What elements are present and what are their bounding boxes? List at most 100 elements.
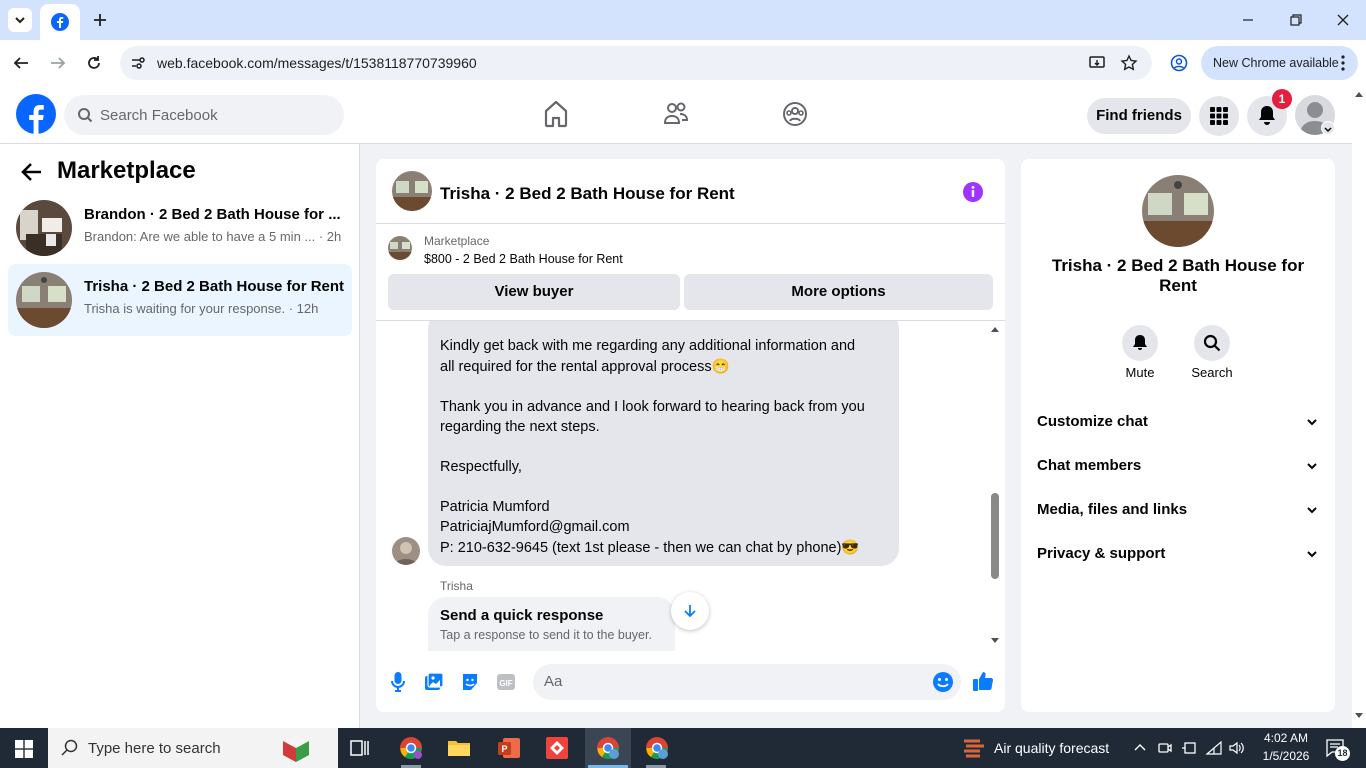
bell-icon [1259, 106, 1275, 125]
scroll-up-arrow-icon[interactable] [990, 325, 1000, 333]
sender-avatar[interactable] [392, 537, 420, 565]
message-scrollbar[interactable] [988, 321, 1002, 651]
find-friends-button[interactable]: Find friends [1087, 98, 1191, 134]
air-quality-icon[interactable] [962, 737, 986, 759]
arrow-down-icon [684, 605, 696, 618]
chat-members-section[interactable]: Chat members [1037, 457, 1319, 474]
emoji-icon[interactable] [932, 671, 954, 693]
arrow-right-icon [51, 57, 66, 69]
restore-button[interactable] [1288, 12, 1304, 33]
tab-search-button[interactable] [8, 8, 32, 32]
site-settings-icon[interactable] [130, 55, 146, 71]
svg-text:P: P [501, 744, 507, 754]
view-buyer-button[interactable]: View buyer [388, 274, 680, 310]
marketplace-title: Marketplace [57, 157, 196, 184]
facebook-search-input[interactable]: Search Facebook [64, 95, 344, 135]
clock-date[interactable]: 1/5/2026 [1254, 749, 1318, 763]
gif-icon[interactable]: GIF [496, 672, 516, 692]
windows-taskbar: Type here to search P Air quality foreca… [0, 728, 1366, 768]
quick-response-card[interactable]: Send a quick response Tap a response to … [428, 597, 675, 651]
message-line: regarding the next steps. [440, 419, 600, 435]
notification-center-badge: 18 [1335, 746, 1350, 761]
conversation-item-selected[interactable]: Trisha · 2 Bed 2 Bath House for Rent Tri… [8, 264, 352, 336]
search-icon [78, 108, 93, 123]
powerpoint-icon[interactable]: P [497, 736, 521, 760]
volume-icon[interactable] [1228, 740, 1246, 756]
sticker-icon[interactable] [460, 672, 480, 692]
new-chrome-available-button[interactable]: New Chrome available [1201, 46, 1358, 80]
chevron-down-icon [1324, 127, 1332, 133]
browser-tab-facebook[interactable] [40, 4, 80, 40]
chat-title[interactable]: Trisha · 2 Bed 2 Bath House for Rent [440, 184, 735, 204]
chrome-app-icon[interactable] [596, 736, 620, 760]
grid-menu-icon [1210, 107, 1228, 125]
media-files-links-section[interactable]: Media, files and links [1037, 501, 1319, 518]
scroll-up-arrow-icon[interactable] [1354, 90, 1364, 98]
weather-widget-text[interactable]: Air quality forecast [994, 740, 1109, 756]
scroll-down-arrow-icon[interactable] [1354, 712, 1364, 720]
groups-icon[interactable] [782, 99, 808, 129]
windows-start-icon[interactable] [15, 740, 33, 758]
mute-button[interactable] [1122, 325, 1158, 361]
message-list[interactable]: Kindly get back with me regarding any ad… [376, 321, 1005, 651]
url-text[interactable]: web.facebook.com/messages/t/153811877073… [157, 55, 477, 71]
message-bubble[interactable]: Kindly get back with me regarding any ad… [428, 321, 899, 566]
arrow-left-icon [13, 57, 28, 69]
menu-button[interactable] [1199, 96, 1239, 136]
chat-panel: Trisha · 2 Bed 2 Bath House for Rent Mar… [376, 159, 1005, 712]
close-window-button[interactable] [1335, 12, 1351, 33]
chat-avatar[interactable] [392, 171, 432, 211]
privacy-support-section[interactable]: Privacy & support [1037, 545, 1319, 562]
account-menu-chevron[interactable] [1321, 121, 1335, 135]
more-options-button[interactable]: More options [684, 274, 993, 310]
reload-button[interactable] [85, 54, 103, 77]
message-input[interactable]: Aa [533, 664, 961, 700]
anydesk-icon[interactable] [545, 736, 569, 760]
taskbar-search-box[interactable]: Type here to search [48, 728, 338, 768]
chrome-app-icon[interactable] [399, 736, 423, 760]
task-view-icon[interactable] [348, 736, 372, 760]
conversation-item[interactable]: Brandon · 2 Bed 2 Bath House for ... Bra… [8, 192, 352, 264]
microphone-icon[interactable] [390, 671, 406, 693]
message-line: P: 210-632-9645 (text 1st please - then … [440, 540, 860, 556]
notification-badge: 1 [1272, 89, 1292, 109]
listing-title[interactable]: $800 - 2 Bed 2 Bath House for Rent [424, 252, 623, 266]
file-explorer-icon[interactable] [447, 736, 471, 760]
scroll-down-arrow-icon[interactable] [990, 637, 1000, 645]
new-tab-button[interactable] [90, 10, 110, 30]
chat-details-panel: Trisha · 2 Bed 2 Bath House for Rent Mut… [1021, 159, 1335, 712]
meet-now-icon[interactable] [1157, 740, 1173, 756]
bell-icon [1133, 335, 1147, 350]
address-bar[interactable]: web.facebook.com/messages/t/153811877073… [120, 46, 1152, 80]
wifi-icon[interactable] [1205, 740, 1223, 756]
facebook-logo-icon[interactable] [16, 94, 56, 134]
quick-response-title: Send a quick response [440, 607, 604, 624]
customize-chat-section[interactable]: Customize chat [1037, 413, 1319, 430]
battery-plug-icon[interactable] [1181, 740, 1197, 756]
clock-time[interactable]: 4:02 AM [1254, 731, 1318, 745]
scrollbar-thumb[interactable] [991, 493, 999, 579]
conversation-title: Trisha · 2 Bed 2 Bath House for Rent [84, 278, 345, 295]
listing-thumbnail[interactable] [388, 236, 412, 260]
chevron-up-icon[interactable] [1133, 741, 1147, 755]
install-app-icon[interactable] [1088, 54, 1106, 72]
scroll-to-bottom-button[interactable] [671, 592, 709, 630]
chevron-down-icon [1307, 419, 1317, 426]
chrome-app-icon[interactable] [645, 736, 669, 760]
profile-button[interactable] [1170, 54, 1188, 77]
info-icon[interactable] [962, 181, 984, 203]
page-scrollbar[interactable] [1352, 86, 1366, 728]
friends-icon[interactable] [663, 99, 689, 129]
minimize-button[interactable] [1240, 12, 1256, 33]
back-button[interactable] [12, 54, 30, 77]
photo-icon[interactable] [424, 672, 444, 692]
home-icon[interactable] [543, 99, 569, 129]
back-arrow-icon[interactable] [21, 162, 43, 182]
search-conversation-button[interactable] [1194, 325, 1230, 361]
profile-photo[interactable] [1142, 175, 1214, 247]
thumbs-up-icon[interactable] [972, 670, 994, 692]
message-line: all required for the rental approval pro… [440, 359, 730, 375]
bookmark-star-icon[interactable] [1120, 54, 1138, 72]
browser-tab-bar [0, 0, 1366, 40]
forward-button[interactable] [49, 54, 67, 77]
